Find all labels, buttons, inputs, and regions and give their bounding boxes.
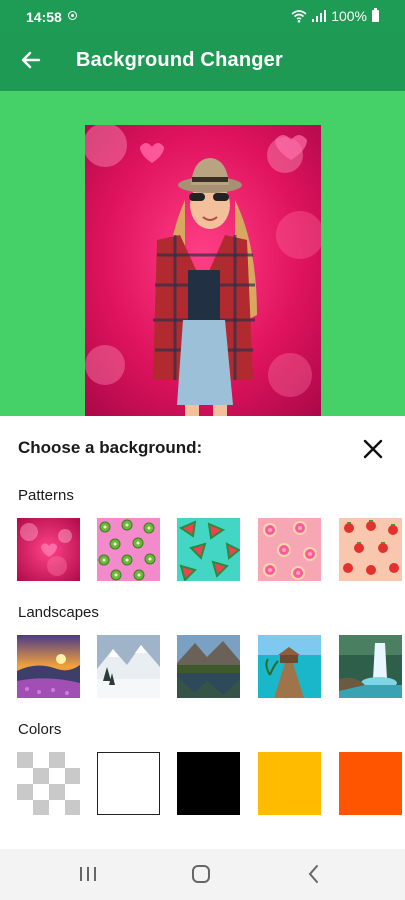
wifi-icon	[291, 9, 307, 23]
battery-percent: 100%	[331, 8, 367, 24]
nav-back-button[interactable]	[300, 861, 328, 887]
signal-icon	[312, 10, 327, 22]
app-title: Background Changer	[76, 49, 283, 71]
pattern-thumb-donut[interactable]	[258, 518, 321, 581]
landscape-thumb-snowy-mountains[interactable]	[97, 635, 160, 698]
landscape-thumb-mountain-lake[interactable]	[177, 635, 240, 698]
home-icon	[192, 865, 210, 883]
status-time: 14:58	[26, 9, 62, 25]
back-button[interactable]	[18, 47, 44, 73]
color-swatch-orange[interactable]	[339, 752, 402, 815]
pier-sea-image	[258, 635, 321, 698]
landscape-thumb-sunset-hills[interactable]	[17, 635, 80, 698]
watermelon-pattern-image	[177, 518, 240, 581]
section-label-colors: Colors	[18, 721, 62, 738]
color-swatch-white[interactable]	[97, 752, 160, 815]
recent-apps-icon	[80, 867, 96, 881]
waterfall-image	[339, 635, 402, 698]
home-button[interactable]	[187, 861, 215, 887]
section-label-patterns: Patterns	[18, 487, 74, 504]
back-arrow-icon	[21, 51, 41, 69]
mountain-lake-image	[177, 635, 240, 698]
preview-area	[0, 91, 405, 416]
donut-pattern-image	[258, 518, 321, 581]
landscape-thumb-pier-sea[interactable]	[258, 635, 321, 698]
preview-image	[85, 125, 321, 416]
chevron-left-icon	[308, 865, 318, 883]
bokeh-hearts-image	[17, 518, 80, 581]
close-icon	[363, 439, 383, 459]
strawberry-pattern-image	[339, 518, 402, 581]
pattern-thumb-bokeh-hearts[interactable]	[17, 518, 80, 581]
sheet-title: Choose a background:	[18, 438, 203, 457]
transparent-checker-image	[17, 752, 80, 815]
pattern-thumb-watermelon[interactable]	[177, 518, 240, 581]
app-bar: Background Changer	[0, 33, 405, 91]
battery-icon	[372, 8, 379, 22]
background-chooser-sheet: Choose a background: Patterns Landscapes…	[0, 416, 405, 849]
system-navigation-bar	[0, 849, 405, 900]
section-label-landscapes: Landscapes	[18, 604, 99, 621]
color-swatch-yellow[interactable]	[258, 752, 321, 815]
status-bar: 14:58 100%	[0, 0, 405, 33]
snowy-mountains-image	[97, 635, 160, 698]
kiwi-pattern-image	[97, 518, 160, 581]
pattern-thumb-kiwi[interactable]	[97, 518, 160, 581]
color-swatch-black[interactable]	[177, 752, 240, 815]
color-swatch-transparent[interactable]	[17, 752, 80, 815]
pattern-thumb-strawberry[interactable]	[339, 518, 402, 581]
close-button[interactable]	[360, 436, 386, 462]
landscape-thumb-waterfall[interactable]	[339, 635, 402, 698]
sunset-hills-image	[17, 635, 80, 698]
recording-icon	[68, 11, 77, 20]
recent-apps-button[interactable]	[74, 861, 102, 887]
